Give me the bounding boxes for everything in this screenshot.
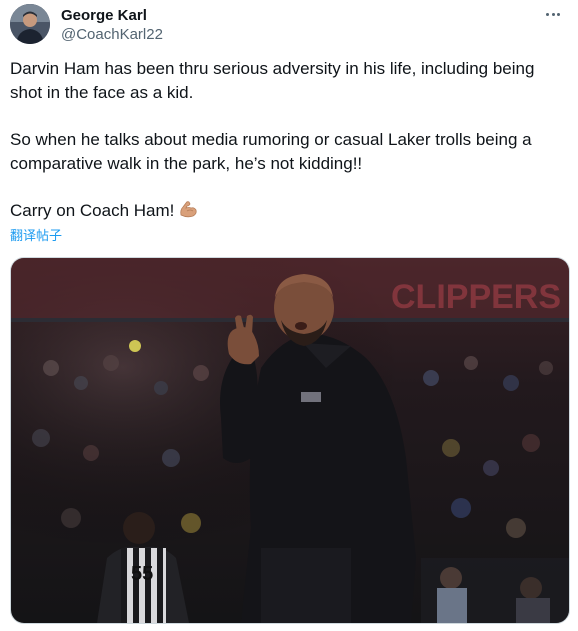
tweet-paragraph: Carry on Coach Ham! <box>10 201 175 220</box>
translate-post-link[interactable]: 翻译帖子 <box>10 228 62 244</box>
coach-sideline-photo: CLIPPERS 55 <box>11 258 569 623</box>
tweet-paragraph-last: Carry on Coach Ham! <box>10 199 565 226</box>
tweet-card: George Karl @CoachKarl22 Darvin Ham has … <box>0 0 578 631</box>
author-name[interactable]: George Karl <box>61 7 147 25</box>
author-handle[interactable]: @CoachKarl22 <box>61 26 163 44</box>
avatar[interactable] <box>10 4 50 44</box>
flexed-biceps-icon <box>178 199 198 226</box>
avatar-photo <box>10 4 50 44</box>
tweet-paragraph: So when he talks about media rumoring or… <box>10 130 532 173</box>
tweet-text: Darvin Ham has been thru serious adversi… <box>10 57 565 226</box>
tweet-photo[interactable]: CLIPPERS 55 <box>10 257 570 624</box>
more-options-icon[interactable] <box>542 4 564 24</box>
referee-number: 55 <box>131 563 153 585</box>
arena-sign: CLIPPERS <box>391 278 561 316</box>
tweet-paragraph: Darvin Ham has been thru serious adversi… <box>10 59 535 102</box>
